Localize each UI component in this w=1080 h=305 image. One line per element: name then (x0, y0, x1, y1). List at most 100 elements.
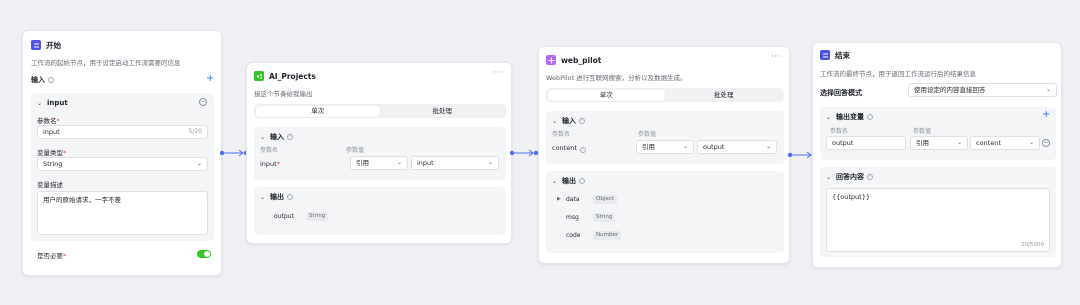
output-name: msg (566, 214, 579, 221)
more-icon[interactable]: ··· (771, 52, 781, 62)
output-type-badge: Number (593, 231, 622, 240)
output-name: output (274, 213, 294, 220)
output-var-label: 输出变量 (836, 113, 865, 121)
chevron-down-icon[interactable]: ⌄ (552, 178, 557, 185)
info-icon: i (867, 114, 874, 120)
webpilot-title: web_pilot (561, 55, 602, 65)
answer-char-count: 10/5000 (1021, 242, 1044, 248)
char-count: 5/20 (188, 128, 202, 135)
start-input-header: 输入 i (31, 75, 54, 85)
answer-mode-label: 选择回答模式 (820, 89, 862, 97)
ai-projects-title: AI_Projects (269, 71, 316, 81)
mode-tabs: 单次 批处理 (254, 104, 506, 118)
chevron-down-icon: ⌄ (682, 143, 688, 150)
required-label: 是否必要* (37, 252, 67, 260)
remove-output-var-button[interactable]: − (1042, 139, 1050, 147)
col-value-label: 参数值 (346, 147, 365, 154)
start-node[interactable]: 开始 工作流的起始节点，用于设定启动工作流需要的信息 输入 i + ⌄ input… (22, 30, 222, 276)
tab-single[interactable]: 单次 (255, 105, 380, 117)
col-value-label: 参数值 (913, 128, 932, 135)
output-type-badge: Object (593, 195, 617, 204)
info-icon: i (48, 77, 54, 83)
plugin-icon (254, 71, 264, 81)
mode-tabs: 单次 批处理 (546, 88, 784, 102)
end-output-var-section: ⌄ 输出变量 i + 参数名 参数值 output 引用 ⌄ content ⌄ − (820, 107, 1056, 160)
end-node-icon (820, 50, 830, 60)
info-icon: i (287, 134, 294, 140)
start-node-desc: 工作流的起始节点，用于设定启动工作流需要的信息 (31, 59, 181, 67)
param-name-input[interactable]: input 5/20 (37, 125, 208, 139)
tab-single[interactable]: 单次 (547, 89, 665, 101)
param-name-label: 参数名* (37, 117, 60, 125)
start-input-label: 输入 (31, 76, 45, 84)
remove-variable-button[interactable]: − (199, 98, 207, 106)
webpilot-input-section: ⌄ 输入 i 参数名 参数值 content i 引用 ⌄ output ⌄ (546, 111, 784, 164)
info-icon: i (579, 178, 586, 184)
ai-input-section: ⌄ 输入 i 参数名 参数值 input* 引用 ⌄ input ⌄ (254, 127, 506, 180)
chevron-down-icon: ⌄ (956, 139, 962, 146)
chevron-down-icon: ⌄ (396, 159, 402, 166)
ai-row-name: input* (260, 160, 280, 168)
ai-projects-node[interactable]: AI_Projects ··· 接这个节奏给我输出 单次 批处理 ⌄ 输入 i 参… (246, 62, 512, 244)
info-icon: i (287, 194, 294, 200)
connector-ai-to-webpilot (509, 149, 539, 157)
ai-output-label: 输出 (270, 193, 285, 201)
ai-input-label: 输入 (270, 133, 285, 141)
chevron-down-icon: ⌄ (487, 159, 493, 166)
info-icon: i (579, 147, 586, 153)
webpilot-node[interactable]: web_pilot ··· WebPilot 进行互联网搜索，分析以及数据生成。… (538, 46, 790, 264)
end-ref-mode-select[interactable]: 引用 ⌄ (910, 136, 968, 150)
answer-content-textarea[interactable]: {{output}} 10/5000 (826, 188, 1050, 252)
ai-projects-desc: 接这个节奏给我输出 (254, 90, 313, 98)
chevron-down-icon[interactable]: ⌄ (826, 174, 831, 181)
required-toggle[interactable] (197, 250, 211, 258)
webpilot-desc: WebPilot 进行互联网搜索，分析以及数据生成。 (546, 74, 687, 82)
chevron-down-icon[interactable]: ⌄ (260, 194, 265, 201)
add-output-var-button[interactable]: + (1042, 110, 1050, 120)
output-name: code (566, 232, 581, 239)
info-icon: i (867, 174, 874, 180)
chevron-down-icon: ⌄ (1028, 139, 1034, 146)
col-param-label: 参数名 (260, 147, 279, 154)
ai-output-section: ⌄ 输出 i output String (254, 187, 506, 235)
col-param-label: 参数名 (552, 131, 571, 138)
wp-ref-mode-select[interactable]: 引用 ⌄ (636, 140, 694, 154)
tab-batch[interactable]: 批处理 (380, 106, 505, 117)
variable-name: input (47, 99, 68, 107)
answer-mode-select[interactable]: 使用设定的内容直接回答 ⌄ (908, 83, 1057, 97)
chevron-down-icon: ⌄ (765, 143, 771, 150)
end-ref-value-select[interactable]: content ⌄ (970, 136, 1040, 150)
var-type-select[interactable]: String ⌄ (37, 157, 208, 171)
end-param-name-input[interactable]: output (826, 136, 906, 150)
var-desc-textarea[interactable]: 用户的原始请求，一字不差 (37, 191, 208, 235)
info-icon: i (579, 118, 586, 124)
caret-right-icon[interactable]: ▶ (557, 196, 561, 202)
chevron-down-icon: ⌄ (196, 160, 202, 167)
start-variable-section: ⌄ input − 参数名* input 5/20 变量类型* String ⌄… (31, 93, 214, 241)
ai-ref-mode-select[interactable]: 引用 ⌄ (350, 156, 408, 170)
chevron-down-icon: ⌄ (1045, 86, 1051, 93)
end-answer-section: ⌄ 回答内容 i {{output}} 10/5000 (820, 167, 1056, 257)
output-name: data (566, 196, 580, 203)
more-icon[interactable]: ··· (493, 68, 503, 78)
ai-ref-value-select[interactable]: input ⌄ (411, 156, 499, 170)
end-node-desc: 工作流的最终节点，用于返回工作流运行后的结果信息 (820, 70, 976, 78)
output-type-badge: String (593, 213, 616, 222)
end-node[interactable]: 结束 工作流的最终节点，用于返回工作流运行后的结果信息 选择回答模式 使用设定的… (812, 42, 1062, 268)
start-node-icon (31, 40, 41, 50)
wp-row-name: content i (552, 144, 586, 153)
answer-content-label: 回答内容 (836, 173, 865, 181)
chevron-down-icon[interactable]: ⌄ (37, 100, 42, 107)
add-input-button[interactable]: + (206, 74, 214, 84)
webpilot-icon (546, 55, 556, 65)
start-node-title: 开始 (46, 40, 61, 50)
webpilot-output-section: ⌄ 输出 i ▶ data Object msg String code Numb… (546, 171, 784, 253)
chevron-down-icon[interactable]: ⌄ (260, 134, 265, 141)
output-type-badge: String (306, 212, 329, 221)
chevron-down-icon[interactable]: ⌄ (552, 118, 557, 125)
wp-output-label: 输出 (562, 177, 577, 185)
chevron-down-icon[interactable]: ⌄ (826, 114, 831, 121)
tab-batch[interactable]: 批处理 (665, 90, 783, 101)
wp-ref-value-select[interactable]: output ⌄ (697, 140, 777, 154)
col-param-label: 参数名 (830, 128, 849, 135)
